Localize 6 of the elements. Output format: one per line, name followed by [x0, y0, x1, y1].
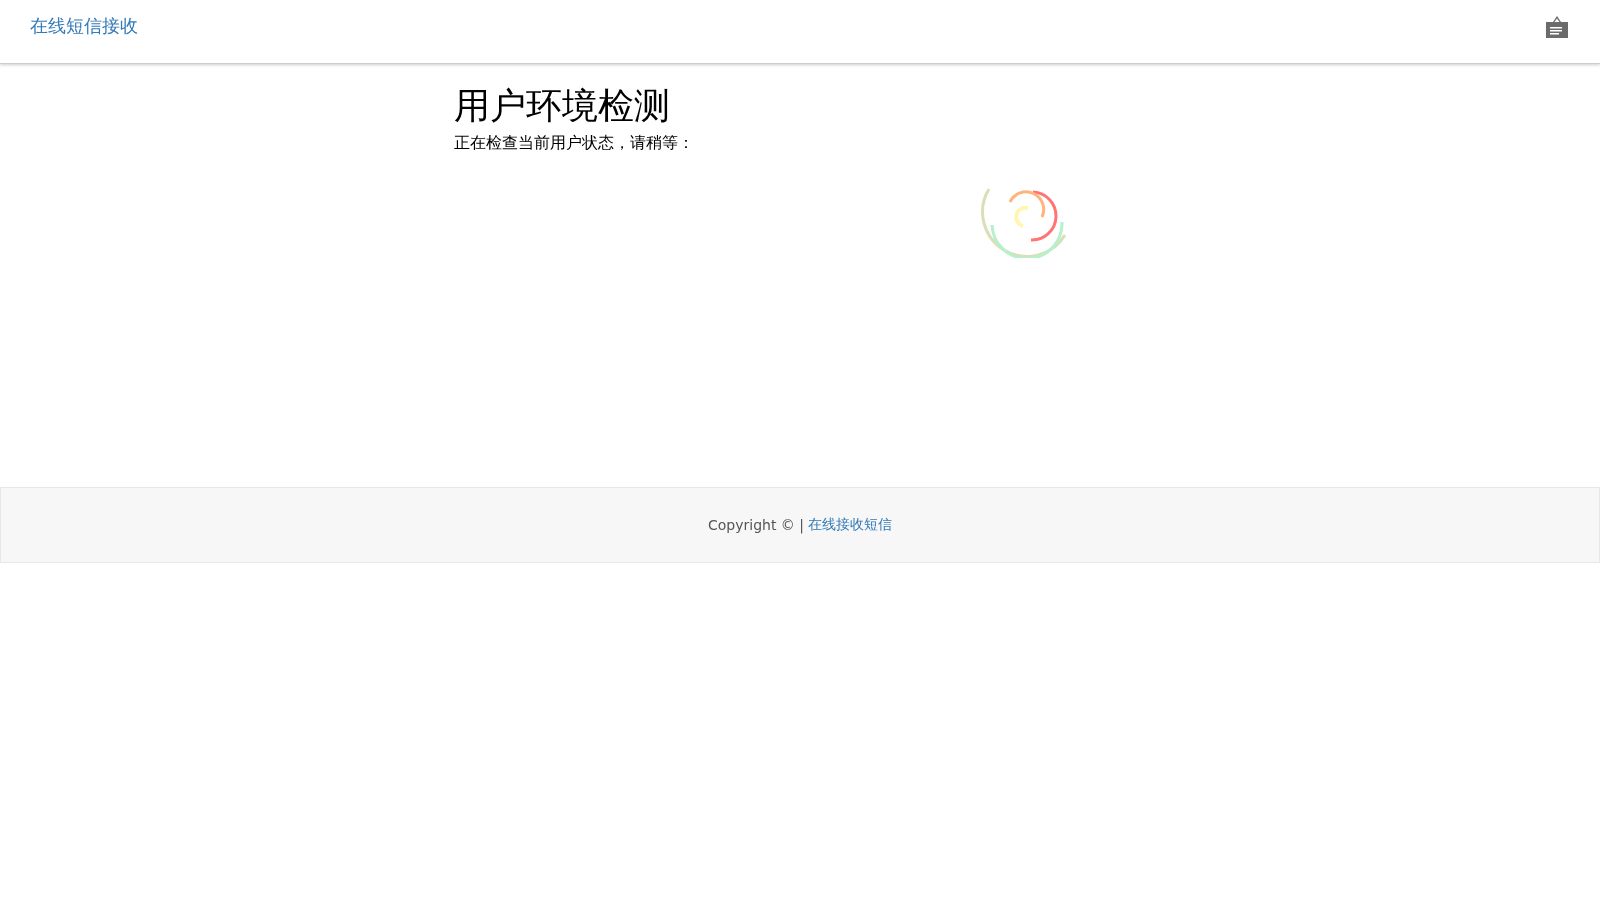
copyright-text: Copyright © | [708, 517, 804, 533]
status-message: 正在检查当前用户状态，请稍等： [454, 133, 695, 154]
footer-link[interactable]: 在线接收短信 [808, 516, 892, 534]
hanging-sign-icon[interactable] [1545, 15, 1569, 39]
brand-link[interactable]: 在线短信接收 [30, 14, 138, 38]
page-title: 用户环境检测 [454, 84, 670, 128]
